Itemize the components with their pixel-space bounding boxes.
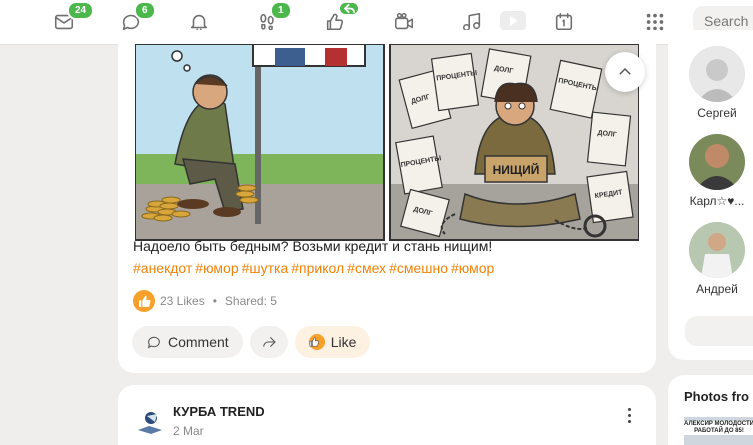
comic-sign-text: НИЩИЙ [493, 162, 540, 177]
friend-avatar[interactable] [689, 134, 745, 190]
more-options-icon[interactable] [622, 405, 636, 425]
scroll-to-top-button[interactable] [605, 52, 645, 92]
friend-item[interactable]: Карл☆♥... [688, 134, 746, 208]
hashtag-link[interactable]: #юмор [195, 260, 238, 276]
photo-caption: АЛЕКСИР МОЛОДОСТИ РАБОТАЙ ДО 85! [684, 421, 753, 435]
friend-name[interactable]: Карл☆♥... [688, 194, 746, 208]
hashtag-link[interactable]: #прикол [291, 260, 344, 276]
like-button-label: Like [330, 334, 357, 350]
photo-thumbnail[interactable]: АЛЕКСИР МОЛОДОСТИ РАБОТАЙ ДО 85! [684, 417, 753, 445]
hashtag-link[interactable]: #смешно [389, 260, 448, 276]
friend-avatar[interactable] [689, 46, 745, 102]
like-thumb-icon [308, 334, 325, 350]
stats-separator: • [212, 294, 217, 308]
friend-item[interactable]: Андрей [688, 222, 746, 296]
feed-post: ДОЛГ ПРОЦЕНТЫ ДОЛГ ПРОЦЕНТЫ ДОЛГ ПРОЦЕНТ… [118, 30, 656, 373]
post-text: Надоело быть бедным? Возьми кредит и ста… [133, 238, 493, 254]
feed-post: КУРБА TREND 2 Mar [118, 385, 656, 445]
like-reaction-icon [133, 290, 155, 312]
messages-badge: 24 [67, 1, 95, 20]
photos-section-title: Photos fro [684, 389, 749, 404]
comment-button[interactable]: Comment [132, 326, 243, 358]
comment-bubble-icon [147, 336, 160, 349]
hashtag-link[interactable]: #шутка [242, 260, 289, 276]
friend-item[interactable]: Сергей [688, 46, 746, 120]
post-comic-image[interactable]: ДОЛГ ПРОЦЕНТЫ ДОЛГ ПРОЦЕНТЫ ДОЛГ ПРОЦЕНТ… [135, 44, 639, 256]
post-date: 2 Mar [173, 424, 204, 438]
post-hashtags: #анекдот #юмор #шутка #прикол #смех #смешно #ю… [133, 260, 497, 276]
friend-name[interactable]: Сергей [688, 106, 746, 120]
post-author-name[interactable]: КУРБА TREND [173, 404, 265, 419]
hashtag-link[interactable]: #юмор [451, 260, 494, 276]
discussions-badge: 6 [134, 1, 156, 20]
friends-sidebar: Сергей Карл☆♥... Андрей [668, 30, 753, 360]
comment-button-label: Comment [168, 334, 229, 350]
post-stats: 23 Likes • Shared: 5 [133, 290, 277, 312]
show-all-friends-button[interactable] [685, 316, 753, 346]
likes-count[interactable]: 23 Likes [160, 294, 205, 308]
friend-avatar[interactable] [689, 222, 745, 278]
post-actions: Comment Like [132, 326, 371, 358]
shared-count[interactable]: Shared: 5 [225, 294, 277, 308]
reply-badge-icon [338, 1, 360, 16]
share-button[interactable] [249, 326, 288, 358]
chevron-up-icon [619, 67, 631, 75]
like-button[interactable]: Like [294, 326, 371, 358]
author-avatar[interactable] [135, 406, 165, 436]
photos-sidebar: Photos fro АЛЕКСИР МОЛОДОСТИ РАБОТАЙ ДО … [668, 375, 753, 445]
guests-badge: 1 [270, 1, 292, 20]
video-play-icon[interactable] [500, 11, 526, 31]
hashtag-link[interactable]: #анекдот [133, 260, 192, 276]
hashtag-link[interactable]: #смех [347, 260, 386, 276]
share-arrow-icon [262, 336, 276, 348]
messages-icon[interactable]: 24 [51, 1, 95, 35]
friend-name[interactable]: Андрей [688, 282, 746, 296]
